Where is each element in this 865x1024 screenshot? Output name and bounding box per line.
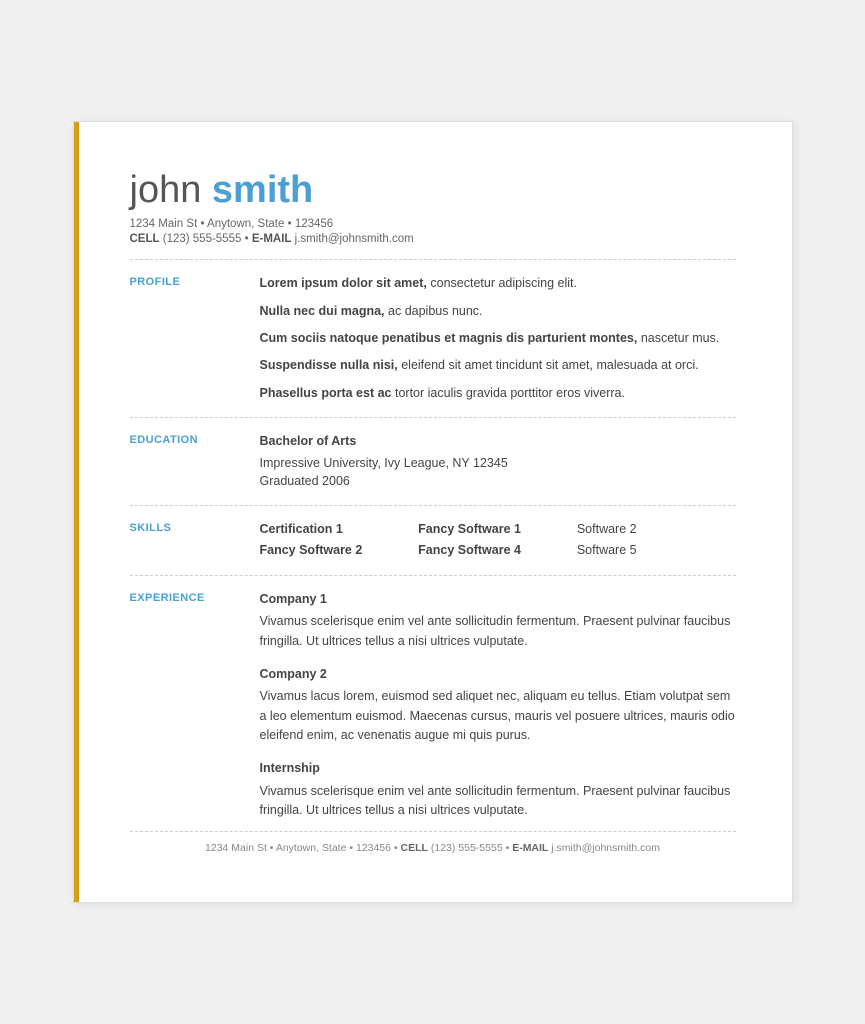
- cell-value: (123) 555-5555: [163, 233, 242, 245]
- address-line: 1234 Main St • Anytown, State • 123456: [130, 218, 736, 230]
- education-divider: [130, 505, 736, 506]
- profile-section: PROFILE Lorem ipsum dolor sit amet, cons…: [130, 274, 736, 403]
- resume-footer: 1234 Main St • Anytown, State • 123456 •…: [130, 831, 736, 854]
- cell-label: CELL: [130, 233, 160, 245]
- footer-cell: (123) 555-5555: [431, 842, 503, 854]
- last-name: smith: [212, 169, 313, 211]
- skills-label: SKILLS: [130, 520, 260, 534]
- skills-section: SKILLS Certification 1 Fancy Software 1 …: [130, 520, 736, 561]
- edu-graduated: Graduated 2006: [260, 472, 736, 491]
- footer-address: 1234 Main St • Anytown, State • 123456: [205, 842, 391, 854]
- profile-p5-bold: Phasellus porta est ac: [260, 386, 392, 400]
- education-section: EDUCATION Bachelor of Arts Impressive Un…: [130, 432, 736, 491]
- profile-p3-bold: Cum sociis natoque penatibus et magnis d…: [260, 331, 638, 345]
- skill-4: Fancy Software 2: [260, 541, 419, 560]
- contact-line: CELL (123) 555-5555 • E-MAIL j.smith@joh…: [130, 233, 736, 245]
- skills-divider: [130, 575, 736, 576]
- email-label: E-MAIL: [252, 233, 292, 245]
- profile-p1: Lorem ipsum dolor sit amet, consectetur …: [260, 274, 736, 293]
- profile-p3: Cum sociis natoque penatibus et magnis d…: [260, 329, 736, 348]
- education-content: Bachelor of Arts Impressive University, …: [260, 432, 736, 491]
- skill-3: Software 2: [577, 520, 736, 539]
- profile-p4: Suspendisse nulla nisi, eleifend sit ame…: [260, 356, 736, 375]
- exp-company-1: Company 1: [260, 590, 736, 609]
- experience-content: Company 1 Vivamus scelerisque enim vel a…: [260, 590, 736, 821]
- page-wrapper: john smith 1234 Main St • Anytown, State…: [0, 0, 865, 1024]
- skills-grid: Certification 1 Fancy Software 1 Softwar…: [260, 520, 736, 561]
- education-label: EDUCATION: [130, 432, 260, 446]
- edu-degree: Bachelor of Arts: [260, 432, 736, 451]
- profile-p2-bold: Nulla nec dui magna,: [260, 304, 385, 318]
- footer-email: j.smith@johnsmith.com: [551, 842, 660, 854]
- exp-company-2: Company 2: [260, 665, 736, 684]
- footer-cell-label: CELL: [401, 842, 428, 854]
- email-value: j.smith@johnsmith.com: [295, 233, 414, 245]
- experience-section: EXPERIENCE Company 1 Vivamus scelerisque…: [130, 590, 736, 821]
- footer-email-label: E-MAIL: [512, 842, 548, 854]
- profile-p3-rest: nascetur mus.: [641, 331, 720, 345]
- profile-p4-bold: Suspendisse nulla nisi,: [260, 358, 398, 372]
- skill-2: Fancy Software 1: [418, 520, 577, 539]
- profile-p5: Phasellus porta est ac tortor iaculis gr…: [260, 384, 736, 403]
- first-name: john: [130, 169, 202, 211]
- skill-5: Fancy Software 4: [418, 541, 577, 560]
- header-divider: [130, 259, 736, 260]
- exp-desc-2: Vivamus lacus lorem, euismod sed aliquet…: [260, 687, 736, 745]
- skills-content: Certification 1 Fancy Software 1 Softwar…: [260, 520, 736, 561]
- exp-block-2: Company 2 Vivamus lacus lorem, euismod s…: [260, 665, 736, 746]
- full-name: john smith: [130, 170, 736, 212]
- exp-desc-3: Vivamus scelerisque enim vel ante sollic…: [260, 782, 736, 821]
- exp-block-1: Company 1 Vivamus scelerisque enim vel a…: [260, 590, 736, 651]
- edu-university: Impressive University, Ivy League, NY 12…: [260, 454, 736, 473]
- footer-sep1: •: [394, 842, 401, 854]
- profile-p1-bold: Lorem ipsum dolor sit amet,: [260, 276, 427, 290]
- profile-content: Lorem ipsum dolor sit amet, consectetur …: [260, 274, 736, 403]
- profile-p2-rest: ac dapibus nunc.: [388, 304, 483, 318]
- profile-p4-rest: eleifend sit amet tincidunt sit amet, ma…: [401, 358, 698, 372]
- profile-label: PROFILE: [130, 274, 260, 288]
- resume-header: john smith 1234 Main St • Anytown, State…: [130, 170, 736, 245]
- profile-p5-rest: tortor iaculis gravida porttitor eros vi…: [395, 386, 625, 400]
- skill-1: Certification 1: [260, 520, 419, 539]
- profile-divider: [130, 417, 736, 418]
- resume-document: john smith 1234 Main St • Anytown, State…: [73, 121, 793, 902]
- exp-desc-1: Vivamus scelerisque enim vel ante sollic…: [260, 612, 736, 651]
- exp-block-3: Internship Vivamus scelerisque enim vel …: [260, 759, 736, 820]
- exp-company-3: Internship: [260, 759, 736, 778]
- skill-6: Software 5: [577, 541, 736, 560]
- separator: •: [245, 233, 252, 245]
- experience-label: EXPERIENCE: [130, 590, 260, 604]
- profile-p1-rest: consectetur adipiscing elit.: [430, 276, 577, 290]
- profile-p2: Nulla nec dui magna, ac dapibus nunc.: [260, 302, 736, 321]
